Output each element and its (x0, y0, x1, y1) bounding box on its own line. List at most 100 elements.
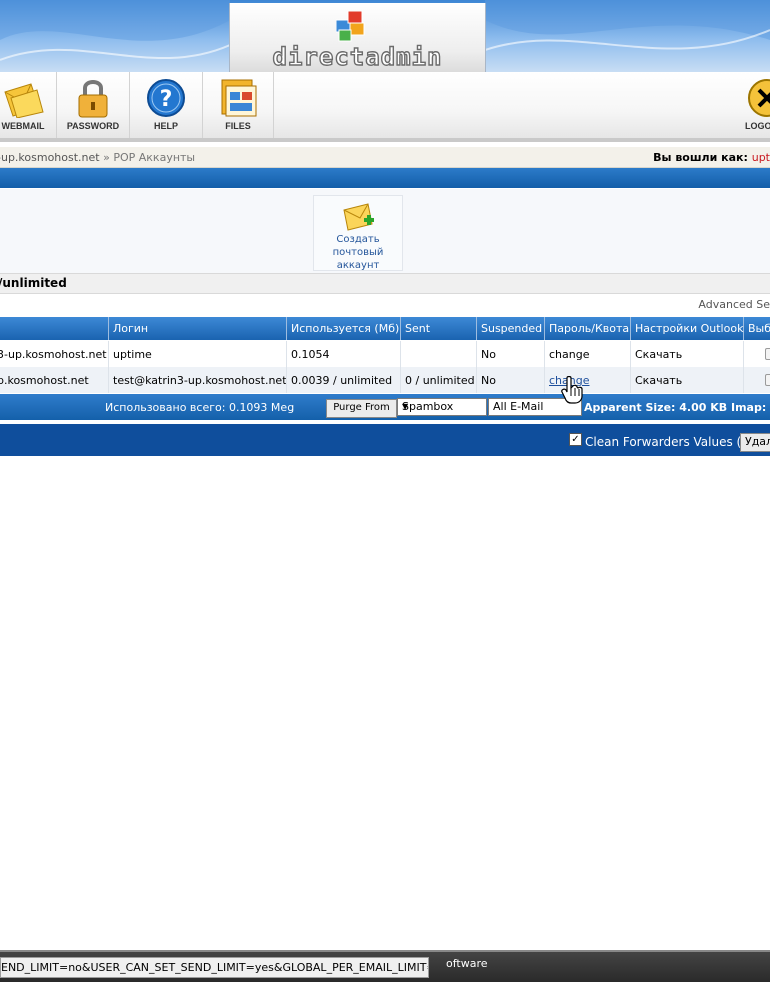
download-outlook-link[interactable]: Скачать (635, 374, 682, 387)
footer-text: oftware (446, 957, 488, 970)
logged-in-as: Вы вошли как: upt (653, 151, 770, 164)
toolbar-help[interactable]: ? HELP (130, 72, 203, 138)
purge-target-value: All E-Mail (493, 400, 544, 413)
breadcrumb: -up.kosmohost.net » POP Аккаунты (0, 151, 195, 164)
totals-bar: Использовано всего: 0.1093 Meg Purge Fro… (0, 394, 770, 420)
column-header-select[interactable]: Выб (744, 317, 770, 340)
toolbar-logout-label: LOGO (745, 121, 770, 131)
cell-login-text: uptime (113, 348, 152, 361)
column-header-outlook-label: Настройки Outlook (635, 322, 744, 335)
logged-in-label: Вы вошли как: (653, 151, 748, 164)
cell-login: test@katrin3-up.kosmohost.net (109, 367, 287, 393)
cell-used-text: 0.0039 / unlimited (291, 374, 393, 387)
delete-button[interactable]: Удал (740, 433, 770, 452)
toolbar-webmail[interactable]: WEBMAIL (0, 72, 57, 138)
toolbar-logout[interactable]: LOGO (737, 72, 770, 138)
logout-x-icon (748, 79, 770, 117)
padlock-icon (78, 80, 108, 118)
create-label-line1: Создать (336, 234, 380, 245)
cell-used: 0.1054 (287, 341, 401, 367)
cell-account-text: p.kosmohost.net (0, 374, 89, 387)
cell-sent: 0 / unlimited (401, 367, 477, 393)
cell-suspended: No (477, 367, 545, 393)
row-select-checkbox[interactable] (765, 374, 770, 386)
cell-used-text: 0.1054 (291, 348, 330, 361)
breadcrumb-domain-link[interactable]: -up.kosmohost.net (0, 151, 100, 164)
column-header-used-label: Используется (Мб) (291, 322, 400, 335)
breadcrumb-current-page: POP Аккаунты (113, 151, 196, 164)
cell-sent (401, 341, 477, 367)
header-banner: directadmin (0, 0, 770, 72)
action-bar: ✓ Clean Forwarders Values (?) Удал (0, 424, 770, 456)
breadcrumb-bar: -up.kosmohost.net » POP Аккаунты Вы вошл… (0, 147, 770, 168)
new-mail-envelope-icon (343, 203, 374, 231)
table-row: p.kosmohost.net test@katrin3-up.kosmohos… (0, 367, 770, 393)
toolbar-password[interactable]: PASSWORD (57, 72, 130, 138)
column-header-outlook[interactable]: Настройки Outlook (631, 317, 744, 340)
cell-account: 3-up.kosmohost.net (0, 341, 109, 367)
download-outlook-link[interactable]: Скачать (635, 348, 682, 361)
create-label-line2: почтовый (332, 247, 384, 258)
column-header-select-label: Выб (748, 322, 770, 335)
column-header-account[interactable] (0, 317, 109, 340)
apparent-size-text: Apparent Size: 4.00 KB Imap: 4.0 (584, 401, 770, 414)
cell-sent-text: 0 / unlimited (405, 374, 475, 387)
purge-folder-select[interactable]: Spambox ▼ (397, 398, 487, 416)
quota-text: /unlimited (0, 276, 67, 290)
help-question-icon: ? (147, 79, 185, 117)
header-wave-left (0, 0, 230, 61)
section-title-bar (0, 168, 770, 188)
row-select-checkbox[interactable] (765, 348, 770, 360)
logged-in-user: upt (751, 151, 770, 164)
toolbar-help-label: HELP (153, 121, 178, 131)
change-password-link[interactable]: change (549, 348, 589, 361)
cell-login-text: test@katrin3-up.kosmohost.net (113, 374, 287, 387)
column-header-used[interactable]: Используется (Мб) (287, 317, 401, 340)
column-header-suspended-label: Suspended (481, 322, 543, 335)
quota-row: /unlimited (0, 273, 770, 294)
column-header-password-label: Пароль/Квота (549, 322, 630, 335)
files-window-icon (221, 79, 257, 117)
toolbar-password-label: PASSWORD (66, 121, 120, 131)
table-row: 3-up.kosmohost.net uptime 0.1054 No chan… (0, 341, 770, 367)
chevron-down-icon: ▼ (402, 402, 409, 411)
column-header-login-label: Логин (113, 322, 149, 335)
cell-suspended: No (477, 341, 545, 367)
cell-password: change (545, 341, 631, 367)
create-email-account-label: Создать почтовый аккаунт (314, 233, 402, 272)
browser-status-url: END_LIMIT=no&USER_CAN_SET_SEND_LIMIT=yes… (0, 957, 429, 978)
toolbar-files[interactable]: FILES (203, 72, 274, 138)
svg-text:?: ? (160, 87, 173, 112)
toolbar-files-label: FILES (225, 121, 251, 131)
create-area: Создать почтовый аккаунт (0, 189, 770, 273)
purge-from-button[interactable]: Purge From (326, 399, 397, 418)
cell-account-text: 3-up.kosmohost.net (0, 348, 107, 361)
clean-forwarders-checkbox[interactable]: ✓ (569, 433, 582, 446)
cell-account: p.kosmohost.net (0, 367, 109, 393)
toolbar-webmail-label: WEBMAIL (1, 121, 45, 131)
column-header-login[interactable]: Логин (109, 317, 287, 340)
cell-used: 0.0039 / unlimited (287, 367, 401, 393)
column-header-suspended[interactable]: Suspended (477, 317, 545, 340)
main-toolbar: WEBMAIL PASSWORD ? HELP FILES LOGO (0, 72, 770, 142)
cell-suspended-text: No (481, 348, 496, 361)
logo-text: directadmin (272, 42, 443, 71)
advanced-search-link[interactable]: Advanced Se (698, 298, 770, 311)
total-used-text: Использовано всего: 0.1093 Meg (105, 401, 295, 414)
breadcrumb-separator: » (103, 151, 110, 164)
column-header-password[interactable]: Пароль/Квота (545, 317, 631, 340)
column-header-sent-label: Sent (405, 322, 431, 335)
column-header-sent[interactable]: Sent (401, 317, 477, 340)
create-email-account-button[interactable]: Создать почтовый аккаунт (313, 195, 403, 271)
logo-box[interactable]: directadmin (229, 3, 486, 72)
header-wave-right (485, 0, 770, 51)
cell-select (744, 367, 770, 393)
cell-outlook: Скачать (631, 367, 744, 393)
directadmin-logo-icon (336, 11, 365, 42)
cell-password: change (545, 367, 631, 393)
cell-outlook: Скачать (631, 341, 744, 367)
cell-suspended-text: No (481, 374, 496, 387)
webmail-envelopes-icon (4, 83, 44, 118)
cell-select (744, 341, 770, 367)
create-label-line3: аккаунт (336, 260, 380, 271)
